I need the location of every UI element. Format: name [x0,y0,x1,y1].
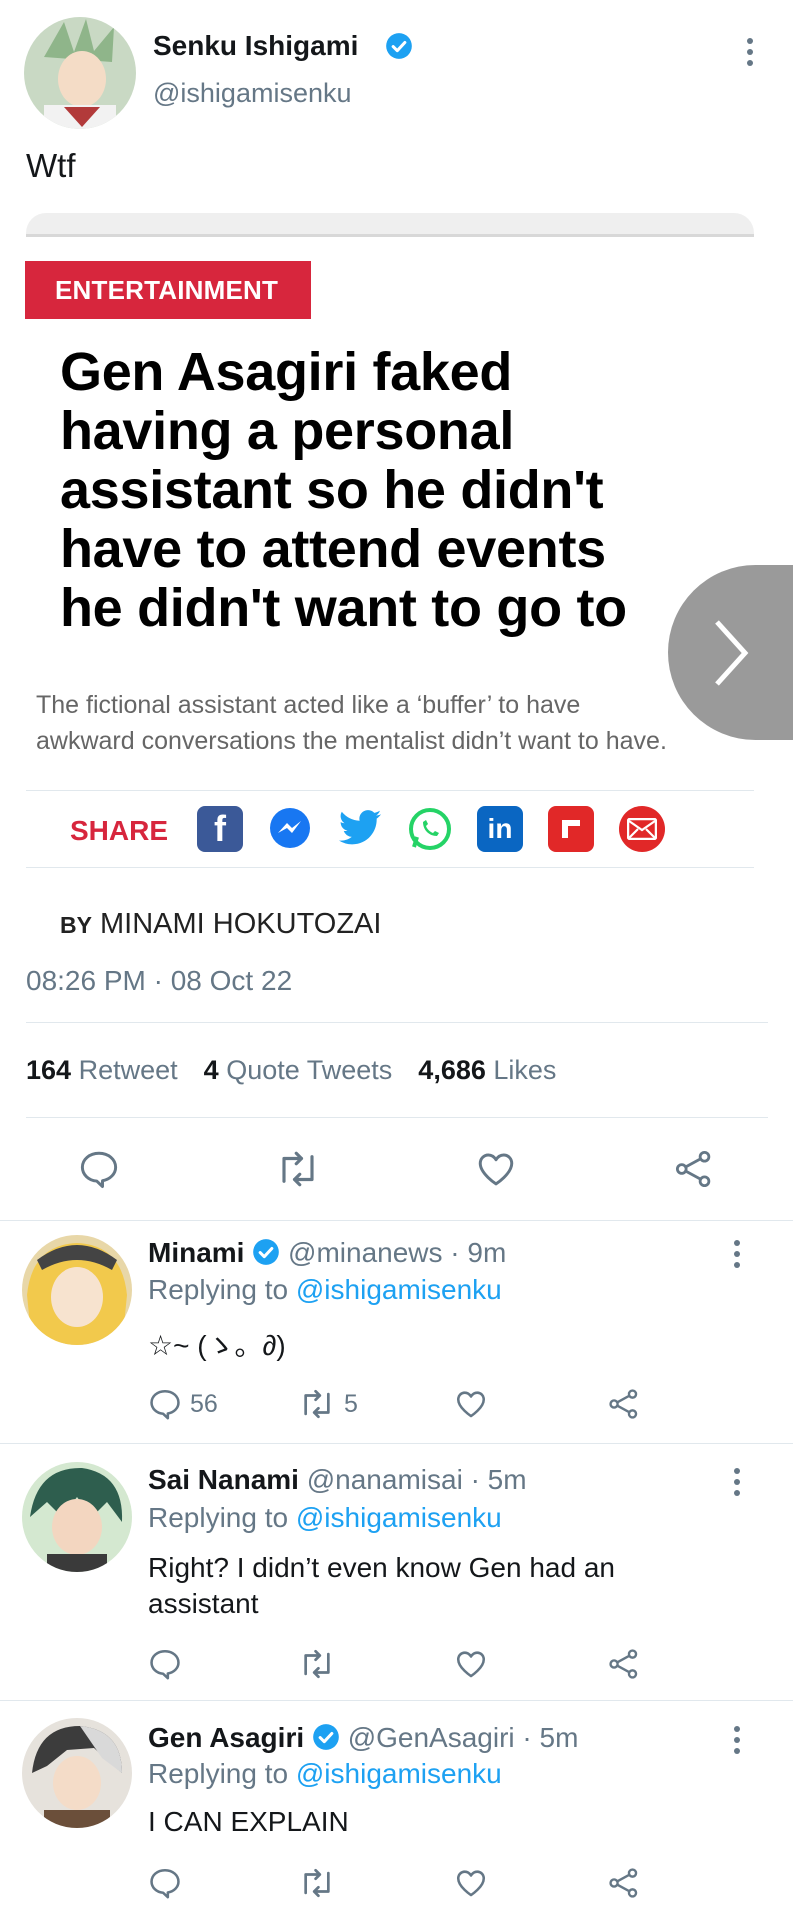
article-headline[interactable]: Gen Asagiri faked having a personal assi… [60,343,627,638]
reply-text: Right? I didn’t even know Gen had an ass… [148,1552,615,1619]
email-icon[interactable] [619,806,665,852]
byline: BY MINAMI HOKUTOZAI [60,908,381,941]
reply-icon [150,1868,180,1899]
byline-author: MINAMI HOKUTOZAI [100,908,382,940]
reply-count: 56 [190,1389,218,1418]
heart-icon [456,1870,486,1897]
reply-author-name[interactable]: Gen Asagiri [148,1722,304,1753]
whatsapp-icon[interactable] [407,806,453,852]
more-options-icon[interactable] [732,1240,742,1268]
reply-author-name[interactable]: Sai Nanami [148,1464,299,1495]
avatar-minami[interactable] [22,1235,132,1345]
reply-1-header: Minami @minanews · 9m [148,1237,506,1269]
retweet-icon [304,1868,330,1898]
reply-button[interactable]: 56 [148,1387,218,1421]
reply-author-name[interactable]: Minami [148,1237,244,1268]
share-button[interactable] [607,1647,641,1681]
share-icon [609,1389,638,1419]
reply-text: ☆~ (ゝ。∂) [148,1330,286,1361]
article-card[interactable]: ENTERTAINMENT Gen Asagiri faked having a… [0,205,793,880]
reply-handle[interactable]: @nanamisai [307,1464,463,1495]
retweet-count: 5 [344,1389,358,1418]
replying-to-link[interactable]: @ishigamisenku [296,1502,502,1533]
author-name[interactable]: Senku Ishigami [153,30,358,62]
replying-to: Replying to @ishigamisenku [148,1502,502,1533]
messenger-icon[interactable] [267,806,313,852]
article-subline: The fictional assistant acted like a ‘bu… [36,691,667,755]
retweet-button[interactable] [275,1148,321,1190]
verified-badge-icon [253,1238,280,1265]
like-button[interactable] [454,1647,488,1681]
like-button[interactable] [475,1148,517,1190]
more-options-icon[interactable] [732,1726,742,1754]
verified-badge-icon [313,1723,339,1750]
tweet-timestamp[interactable]: 08:26 PM · 08 Oct 22 [26,965,292,997]
heart-icon [478,1153,514,1186]
retweet-button[interactable] [298,1866,336,1900]
reply-icon [80,1151,118,1188]
replying-to-link[interactable]: @ishigamisenku [296,1758,502,1789]
retweet-button[interactable] [298,1647,336,1681]
retweet-icon [304,1389,330,1419]
share-icon [609,1649,638,1679]
author-handle[interactable]: @ishigamisenku [153,78,352,109]
chevron-right-icon [714,619,748,686]
linkedin-icon[interactable]: in [477,806,523,852]
replying-to: Replying to @ishigamisenku [148,1274,502,1305]
reply-time: · 5m [470,1464,527,1495]
tweet-stats: 164 Retweet 4 Quote Tweets 4,686 Likes [26,1055,556,1086]
like-button[interactable] [454,1387,488,1421]
retweet-stat[interactable]: 164 Retweet [26,1055,178,1086]
heart-icon [456,1651,486,1678]
carousel-next-button[interactable] [668,565,793,740]
reply-2-header: Sai Nanami @nanamisai · 5m [148,1464,527,1496]
retweet-icon [304,1649,330,1679]
retweet-button[interactable]: 5 [298,1387,358,1421]
category-label: ENTERTAINMENT [55,274,279,305]
verified-badge-icon [385,32,413,65]
reply-time: · 5m [522,1722,579,1753]
avatar-sai-nanami[interactable] [22,1462,132,1572]
share-icon [675,1150,711,1188]
share-icon [609,1868,638,1898]
reply-3-header: Gen Asagiri @GenAsagiri · 5m [148,1722,578,1754]
avatar-senku[interactable] [24,17,136,129]
share-button[interactable] [607,1387,641,1421]
more-options-icon[interactable] [732,1468,742,1496]
reply-button[interactable] [148,1647,182,1681]
category-tag[interactable]: ENTERTAINMENT [25,261,311,319]
reply-text: I CAN EXPLAIN [148,1806,349,1837]
twitter-icon[interactable] [337,806,383,852]
reply-button[interactable] [78,1148,120,1190]
share-button[interactable] [673,1148,715,1190]
reply-time: · 9m [450,1237,507,1268]
share-label: SHARE [70,815,169,846]
avatar-gen-asagiri[interactable] [22,1718,132,1828]
reply-icon [150,1389,180,1420]
card-top-edge [26,213,754,237]
more-options-icon[interactable] [745,38,755,66]
flipboard-icon[interactable] [548,806,594,852]
replying-to: Replying to @ishigamisenku [148,1758,502,1789]
replying-to-link[interactable]: @ishigamisenku [296,1274,502,1305]
quotes-stat[interactable]: 4 Quote Tweets [204,1055,393,1086]
share-button[interactable] [607,1866,641,1900]
reply-handle[interactable]: @minanews [288,1237,442,1268]
facebook-icon[interactable]: f [197,806,243,852]
byline-prefix: BY [60,912,92,938]
retweet-icon [282,1151,314,1187]
like-button[interactable] [454,1866,488,1900]
tweet-text: Wtf [26,147,76,184]
likes-stat[interactable]: 4,686 Likes [418,1055,556,1086]
heart-icon [456,1391,486,1418]
reply-handle[interactable]: @GenAsagiri [348,1722,515,1753]
reply-button[interactable] [148,1866,182,1900]
reply-icon [150,1649,180,1680]
